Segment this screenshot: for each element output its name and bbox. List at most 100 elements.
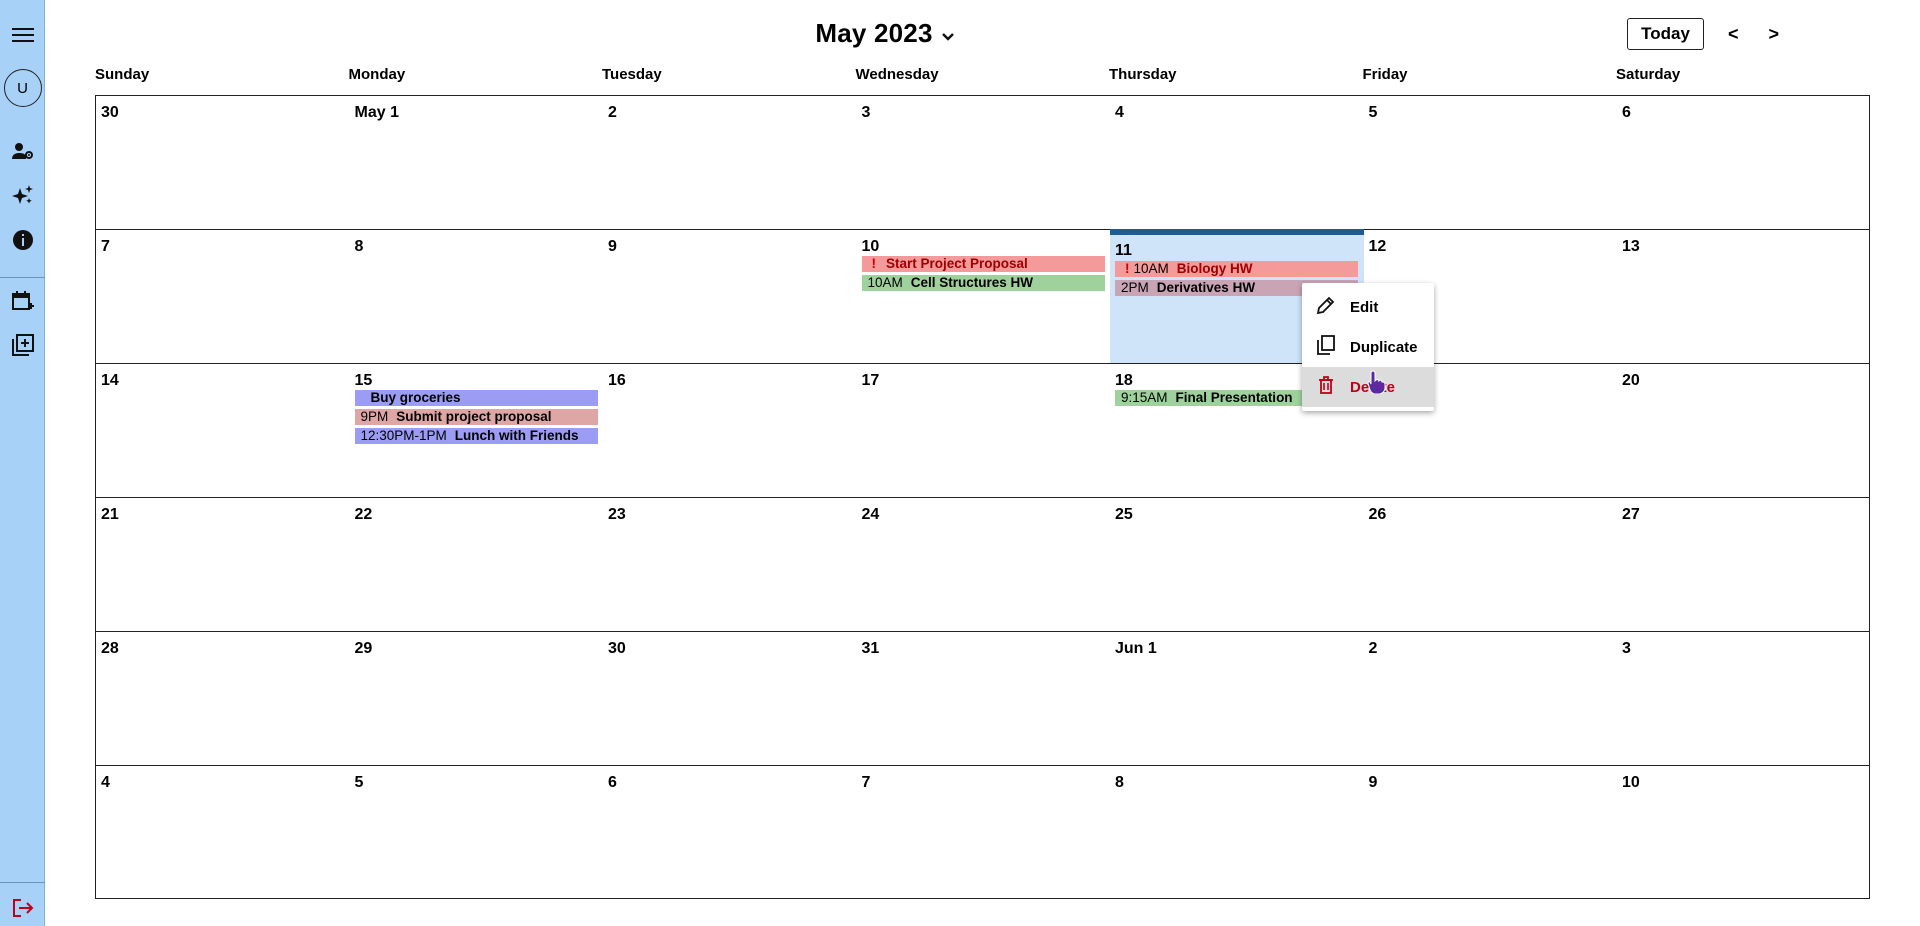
trash-icon bbox=[1316, 375, 1336, 399]
day-cell[interactable]: 8 bbox=[1110, 766, 1364, 900]
week-row: 30 May 1 2 3 4 5 6 bbox=[96, 96, 1869, 230]
sidebar-divider-bottom bbox=[0, 882, 45, 883]
weekday-header: Sunday Monday Tuesday Wednesday Thursday… bbox=[95, 66, 1870, 86]
day-number: 26 bbox=[1368, 506, 1387, 523]
day-cell[interactable]: 7 bbox=[857, 766, 1111, 900]
sparkles-icon[interactable] bbox=[0, 182, 45, 208]
day-cell[interactable]: 24 bbox=[857, 498, 1111, 631]
day-number: 3 bbox=[861, 104, 871, 121]
day-cell[interactable]: 2 bbox=[603, 96, 857, 229]
day-cell[interactable]: 15 Buy groceries 9PM Submit project propo… bbox=[350, 364, 604, 497]
day-number: 16 bbox=[608, 372, 626, 389]
header-controls: Today < > bbox=[1627, 18, 1785, 50]
day-cell[interactable]: 10 bbox=[1617, 766, 1871, 900]
duplicate-label: Duplicate bbox=[1350, 338, 1418, 356]
day-cell[interactable]: 30 bbox=[96, 96, 350, 229]
day-cell[interactable]: Jun 1 bbox=[1110, 632, 1364, 765]
day-number: 13 bbox=[1622, 238, 1640, 255]
day-cell[interactable]: 13 bbox=[1617, 230, 1871, 363]
day-cell[interactable]: 5 bbox=[1364, 96, 1618, 229]
day-cell[interactable]: 25 bbox=[1110, 498, 1364, 631]
day-number: 30 bbox=[608, 640, 626, 657]
weekday-label: Tuesday bbox=[602, 66, 662, 83]
sidebar: U bbox=[0, 0, 45, 926]
day-cell[interactable]: 20 bbox=[1617, 364, 1871, 497]
day-cell[interactable]: 6 bbox=[1617, 96, 1871, 229]
chevron-down-icon bbox=[941, 18, 955, 49]
day-cell[interactable]: 30 bbox=[603, 632, 857, 765]
day-number: 6 bbox=[608, 774, 617, 791]
day-number: 14 bbox=[101, 372, 119, 389]
add-event-calendar-icon[interactable] bbox=[0, 288, 45, 314]
pencil-icon bbox=[1316, 295, 1336, 319]
event-chip[interactable]: 9PM Submit project proposal bbox=[354, 409, 598, 425]
next-month-button[interactable]: > bbox=[1762, 24, 1785, 45]
event-name: Buy groceries bbox=[370, 390, 461, 405]
day-cell[interactable]: 5 bbox=[350, 766, 604, 900]
edit-menu-item[interactable]: Edit bbox=[1302, 287, 1434, 327]
info-icon[interactable] bbox=[0, 227, 45, 253]
day-number: 10 bbox=[861, 238, 880, 255]
day-cell[interactable]: 16 bbox=[603, 364, 857, 497]
day-cell[interactable]: 6 bbox=[603, 766, 857, 900]
day-cell[interactable]: 10 ! Start Project Proposal 10AM Cell Stru… bbox=[857, 230, 1111, 363]
day-cell[interactable]: 29 bbox=[350, 632, 604, 765]
day-cell[interactable]: 28 bbox=[96, 632, 350, 765]
day-cell[interactable]: 14 bbox=[96, 364, 350, 497]
event-name: Final Presentation bbox=[1175, 390, 1293, 405]
day-number: 24 bbox=[861, 506, 880, 523]
day-cell[interactable]: 3 bbox=[857, 96, 1111, 229]
day-cell[interactable]: 3 bbox=[1617, 632, 1871, 765]
week-row: 21 22 23 24 25 26 27 bbox=[96, 498, 1869, 632]
day-number: 8 bbox=[1115, 774, 1124, 791]
day-number: 4 bbox=[1115, 104, 1124, 121]
event-chip[interactable]: Buy groceries bbox=[354, 390, 598, 406]
event-chip[interactable]: 10AM Cell Structures HW bbox=[861, 275, 1105, 291]
avatar-button[interactable]: U bbox=[0, 68, 45, 108]
day-number: 9 bbox=[608, 238, 617, 255]
day-cell[interactable]: 9 bbox=[603, 230, 857, 363]
event-chip[interactable]: ! 10AM Biology HW bbox=[1115, 261, 1358, 277]
day-cell[interactable]: May 1 bbox=[350, 96, 604, 229]
event-name: Derivatives HW bbox=[1156, 280, 1256, 295]
month-selector[interactable]: May 2023 bbox=[0, 18, 1770, 49]
event-time: 12:30PM-1PM bbox=[360, 428, 447, 443]
day-cell[interactable]: 31 bbox=[857, 632, 1111, 765]
day-number: 5 bbox=[354, 774, 364, 791]
add-copy-icon[interactable] bbox=[0, 332, 45, 358]
event-chip[interactable]: 12:30PM-1PM Lunch with Friends bbox=[354, 428, 598, 444]
day-cell[interactable]: 27 bbox=[1617, 498, 1871, 631]
prev-month-button[interactable]: < bbox=[1722, 24, 1745, 45]
day-number: Jun 1 bbox=[1115, 640, 1157, 657]
day-number: 6 bbox=[1622, 104, 1631, 121]
page-title: May 2023 bbox=[815, 18, 933, 48]
day-cell[interactable]: 26 bbox=[1364, 498, 1618, 631]
day-number: 11 bbox=[1115, 242, 1132, 259]
edit-label: Edit bbox=[1350, 298, 1379, 316]
duplicate-menu-item[interactable]: Duplicate bbox=[1302, 327, 1434, 367]
day-cell[interactable]: 7 bbox=[96, 230, 350, 363]
day-cell[interactable]: 17 bbox=[857, 364, 1111, 497]
day-number: 2 bbox=[1368, 640, 1378, 657]
week-row: 14 15 Buy groceries 9PM Submit project pr… bbox=[96, 364, 1869, 498]
today-button[interactable]: Today bbox=[1627, 18, 1704, 50]
day-number: 17 bbox=[861, 372, 880, 389]
day-cell[interactable]: 4 bbox=[1110, 96, 1364, 229]
day-cell[interactable]: 2 bbox=[1364, 632, 1618, 765]
day-cell[interactable]: 21 bbox=[96, 498, 350, 631]
logout-icon[interactable] bbox=[0, 896, 45, 920]
hand-cursor-icon bbox=[1367, 370, 1387, 400]
day-number: 5 bbox=[1368, 104, 1378, 121]
weekday-label: Thursday bbox=[1109, 66, 1177, 83]
day-cell[interactable]: 23 bbox=[603, 498, 857, 631]
day-cell[interactable]: 4 bbox=[96, 766, 350, 900]
day-number: May 1 bbox=[354, 104, 399, 121]
day-number: 21 bbox=[101, 506, 119, 523]
day-number: 7 bbox=[861, 774, 871, 791]
day-cell[interactable]: 9 bbox=[1364, 766, 1618, 900]
day-cell[interactable]: 22 bbox=[350, 498, 604, 631]
user-settings-icon[interactable] bbox=[0, 138, 45, 164]
weekday-label: Wednesday bbox=[855, 66, 939, 83]
event-chip[interactable]: ! Start Project Proposal bbox=[861, 256, 1105, 272]
day-cell[interactable]: 8 bbox=[350, 230, 604, 363]
